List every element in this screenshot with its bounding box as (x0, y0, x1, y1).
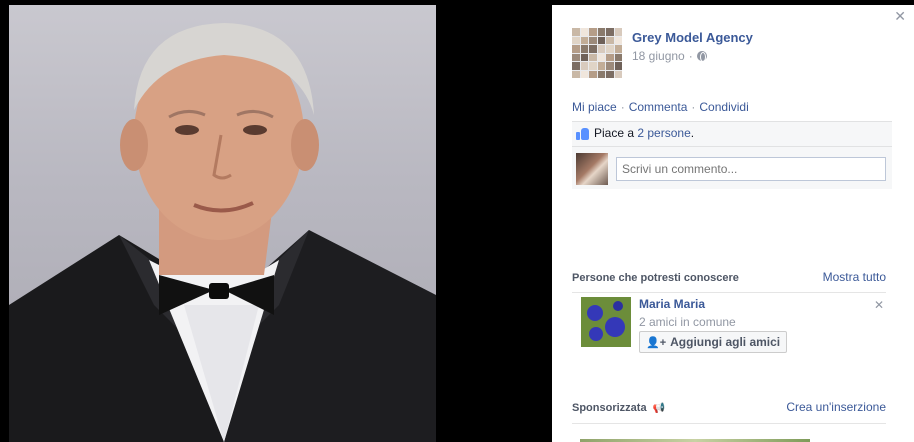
add-friend-icon: 👤+ (646, 336, 667, 349)
pymk-title: Persone che potresti conoscere (572, 272, 739, 284)
sponsored-title: Sponsorizzata (572, 402, 647, 414)
globe-icon[interactable] (696, 51, 707, 62)
action-separator: · (620, 100, 625, 114)
current-user-avatar[interactable] (576, 153, 608, 185)
meta-separator: · (688, 49, 693, 63)
mutual-friends[interactable]: 2 amici in comune (639, 315, 787, 329)
feedback-box: Piace a 2 persone. (572, 121, 892, 189)
post-side-panel: ✕ Grey Model Agency 18 giugno · Mi piace… (552, 5, 914, 442)
page-avatar[interactable] (572, 28, 622, 78)
like-link[interactable]: Mi piace (572, 100, 617, 114)
likes-suffix: . (690, 126, 695, 140)
close-icon[interactable]: ✕ (894, 9, 906, 23)
see-all-link[interactable]: Mostra tutto (823, 270, 886, 284)
likes-prefix: Piace a (594, 126, 635, 140)
person-name-link[interactable]: Maria Maria (639, 297, 787, 311)
likes-summary: Piace a 2 persone. (572, 122, 892, 147)
photo-stage (0, 0, 552, 442)
comment-input[interactable] (616, 157, 886, 181)
divider (572, 292, 886, 293)
likes-count-link[interactable]: 2 persone (637, 126, 690, 140)
post-header: Grey Model Agency 18 giugno · (572, 28, 753, 78)
share-link[interactable]: Condividi (699, 100, 748, 114)
add-friend-label: Aggiungi agli amici (670, 335, 781, 349)
comment-composer (572, 147, 892, 189)
thumbs-up-icon (576, 127, 589, 140)
create-ad-link[interactable]: Crea un'inserzione (786, 400, 886, 414)
post-date[interactable]: 18 giugno (632, 49, 685, 63)
page-name-link[interactable]: Grey Model Agency (632, 30, 753, 45)
portrait-illustration (9, 23, 436, 442)
pymk-card: Maria Maria 2 amici in comune 👤+ Aggiung… (581, 297, 788, 353)
post-actions: Mi piace · Commenta · Condividi (572, 100, 749, 114)
comment-link[interactable]: Commenta (629, 100, 688, 114)
dismiss-suggestion-icon[interactable]: ✕ (874, 298, 884, 312)
sponsored-header: Sponsorizzata 📢 Crea un'inserzione (572, 400, 886, 414)
add-friend-button[interactable]: 👤+ Aggiungi agli amici (639, 331, 788, 353)
post-photo[interactable] (9, 5, 436, 442)
person-avatar[interactable] (581, 297, 631, 347)
action-separator: · (691, 100, 696, 114)
megaphone-icon: 📢 (652, 403, 666, 414)
pymk-header: Persone che potresti conoscere Mostra tu… (572, 270, 886, 284)
divider (572, 423, 886, 424)
